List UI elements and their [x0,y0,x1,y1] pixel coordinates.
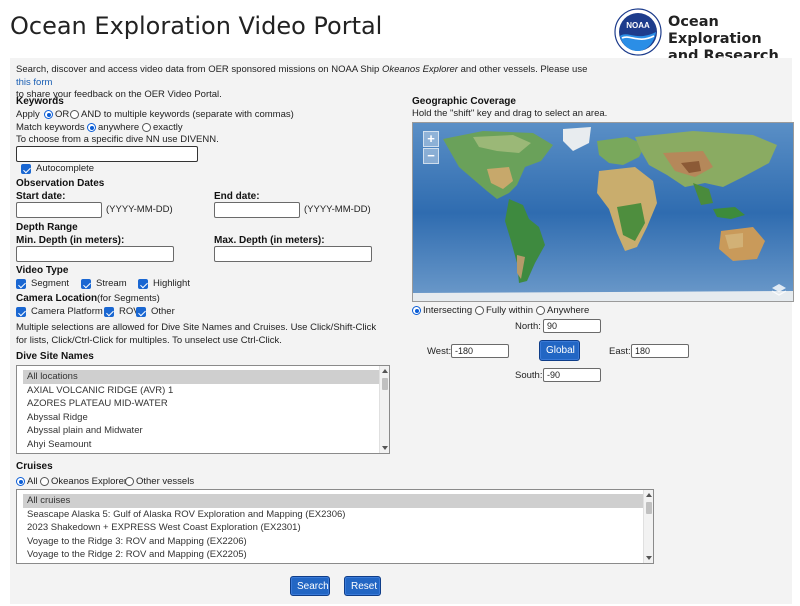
dive-site-listbox[interactable]: All locations AXIAL VOLCANIC RIDGE (AVR) … [16,365,390,454]
east-input[interactable] [631,344,689,358]
fully-within-radio[interactable] [475,306,484,315]
stream-checkbox[interactable] [81,279,91,289]
exactly-label: exactly [153,122,183,133]
start-date-input[interactable] [16,202,102,218]
depth-heading: Depth Range [16,222,78,233]
cruises-all-label: All [27,476,38,487]
autocomplete-label: Autocomplete [36,163,95,174]
video-type-heading: Video Type [16,265,69,276]
segment-label: Segment [31,278,70,289]
cruises-heading: Cruises [16,461,53,472]
keywords-heading: Keywords [16,96,64,107]
end-date-input[interactable] [214,202,300,218]
geo-anywhere-label: Anywhere [547,305,590,316]
geo-anywhere-radio[interactable] [536,306,545,315]
dive-site-option[interactable]: Ahyi Seamount [23,438,379,452]
global-button[interactable]: Global [539,340,580,361]
cruise-option[interactable]: All cruises [23,494,643,508]
segment-checkbox[interactable] [16,279,26,289]
or-label: OR [55,109,70,120]
anywhere-label: anywhere [98,122,140,133]
other-camera-checkbox[interactable] [136,307,146,317]
search-button[interactable]: Search [290,576,330,596]
north-label: North: [515,321,541,332]
noaa-logo-icon: NOAA [614,8,662,56]
south-input[interactable] [543,368,601,382]
exactly-radio[interactable] [142,123,151,132]
highlight-checkbox[interactable] [138,279,148,289]
geo-heading: Geographic Coverage [412,96,516,107]
other-camera-label: Other [151,306,175,317]
intersecting-radio[interactable] [412,306,421,315]
camera-heading: Camera Location [16,293,98,304]
south-label: South: [515,370,543,381]
end-date-format: (YYYY-MM-DD) [304,204,371,215]
camera-note: (for Segments) [97,293,160,304]
world-map[interactable]: + − [412,122,794,302]
oer-logo[interactable]: NOAA Ocean Exploration and Research [612,6,792,64]
dive-sites-heading: Dive Site Names [16,351,94,362]
cruises-listbox[interactable]: All cruises Seascape Alaska 5: Gulf of Al… [16,489,654,564]
keywords-input[interactable] [16,146,198,162]
highlight-label: Highlight [153,278,190,289]
max-depth-input[interactable] [214,246,372,262]
dive-site-option[interactable]: AZORES PLATEAU MID-WATER [23,397,379,411]
match-label: Match keywords [16,122,85,133]
dates-heading: Observation Dates [16,178,105,189]
dive-site-option[interactable]: Abyssal plain and Midwater [23,424,379,438]
anywhere-radio[interactable] [87,123,96,132]
rov-checkbox[interactable] [104,307,114,317]
intersecting-label: Intersecting [423,305,473,316]
fully-within-label: Fully within [486,305,533,316]
feedback-link[interactable]: this form [16,77,52,88]
camera-platform-label: Camera Platform [31,306,103,317]
west-label: West: [427,346,452,357]
cruises-scrollbar[interactable] [643,490,653,563]
stream-label: Stream [96,278,127,289]
dive-site-option[interactable]: All locations [23,370,379,384]
okeanos-label: Okeanos Explorer [51,476,128,487]
cruise-option[interactable]: Voyage to the Ridge 3: ROV and Mapping (… [23,535,643,549]
start-date-label: Start date: [16,191,66,202]
cruise-option[interactable]: Voyage to the Ridge 2: ROV and Mapping (… [23,548,643,562]
okeanos-radio[interactable] [40,477,49,486]
layers-icon[interactable] [771,283,787,297]
dive-site-option[interactable]: Alba Seamount in Ducing Ducing Explorati… [23,452,379,454]
divenn-hint: To choose from a specific dive NN use DI… [16,134,219,145]
other-vessels-radio[interactable] [125,477,134,486]
east-label: East: [609,346,631,357]
north-input[interactable] [543,319,601,333]
cruise-option[interactable]: 2022 ROV and Mapping Shakedown (EX2201) [23,562,643,564]
apply-label: Apply [16,109,40,120]
cruise-option[interactable]: 2023 Shakedown + EXPRESS West Coast Expl… [23,521,643,535]
dive-site-option[interactable]: AXIAL VOLCANIC RIDGE (AVR) 1 [23,384,379,398]
zoom-in-button[interactable]: + [423,131,439,147]
autocomplete-checkbox[interactable] [21,164,31,174]
camera-platform-checkbox[interactable] [16,307,26,317]
end-date-label: End date: [214,191,260,202]
svg-text:NOAA: NOAA [626,21,650,30]
west-input[interactable] [451,344,509,358]
min-depth-input[interactable] [16,246,174,262]
start-date-format: (YYYY-MM-DD) [106,204,173,215]
other-vessels-label: Other vessels [136,476,195,487]
zoom-out-button[interactable]: − [423,148,439,164]
geo-hint: Hold the "shift" key and drag to select … [412,108,608,119]
multi-select-note: Multiple selections are allowed for Dive… [16,322,377,346]
and-radio[interactable] [70,110,79,119]
world-map-image [413,123,793,301]
dive-site-option[interactable]: Abyssal Ridge [23,411,379,425]
page-title: Ocean Exploration Video Portal [10,12,383,40]
reset-button[interactable]: Reset [344,576,381,596]
or-radio[interactable] [44,110,53,119]
cruise-option[interactable]: Seascape Alaska 5: Gulf of Alaska ROV Ex… [23,508,643,522]
min-depth-label: Min. Depth (in meters): [16,235,125,246]
and-label: AND to multiple keywords (separate with … [81,109,294,120]
cruises-all-radio[interactable] [16,477,25,486]
dive-site-scrollbar[interactable] [379,366,389,453]
max-depth-label: Max. Depth (in meters): [214,235,325,246]
